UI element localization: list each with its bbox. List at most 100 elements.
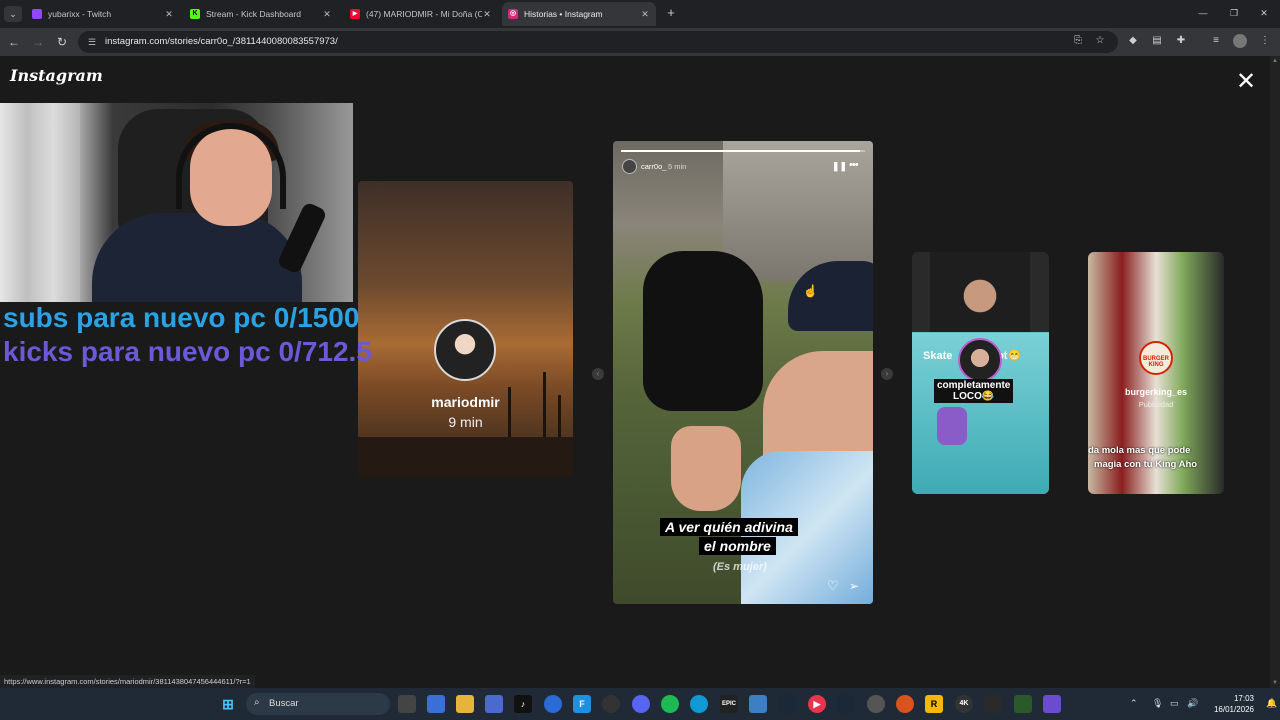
back-icon[interactable]: ← <box>6 34 22 50</box>
instagram-favicon-icon: ◎ <box>508 9 518 19</box>
tab-close-icon[interactable]: ✕ <box>482 9 492 20</box>
tab-youtube[interactable]: ▶ (47) MARIODMIR - Mi Doña (O ✕ <box>344 2 498 26</box>
restore-icon[interactable]: ❐ <box>1227 6 1241 20</box>
new-tab-button[interactable]: + <box>664 6 678 20</box>
logo-line: KING <box>1148 362 1164 368</box>
taskbar-clock[interactable]: 17:03 16/01/2026 <box>1206 693 1254 715</box>
app-4k-icon[interactable]: 4K <box>955 695 973 713</box>
tab-kick[interactable]: K Stream - Kick Dashboard ✕ <box>184 2 338 26</box>
site-info-icon[interactable]: ☰ <box>86 36 98 48</box>
rockstar-icon[interactable]: R <box>925 695 943 713</box>
photos-icon[interactable] <box>749 695 767 713</box>
story-main-viewer[interactable]: carr0o_ 5 min ❚❚ ••• A ver quién adivina… <box>613 141 873 604</box>
story-username[interactable]: carr0o_ <box>641 162 666 171</box>
scroll-down-icon[interactable]: ▼ <box>1272 680 1278 686</box>
avatar <box>434 319 496 381</box>
extensions-puzzle-icon[interactable]: ✚ <box>1174 34 1188 48</box>
profile-avatar[interactable] <box>1233 34 1247 48</box>
story-preview-mariodmir[interactable]: mariodmir 9 min <box>358 181 573 477</box>
story-subtitle: da mola mas que pode <box>1088 445 1191 456</box>
more-options-icon[interactable]: ••• <box>849 159 863 171</box>
bookmark-star-icon[interactable]: ☆ <box>1093 34 1107 48</box>
tab-twitch[interactable]: yubarixx - Twitch ✕ <box>26 2 180 26</box>
media-controls-icon[interactable]: ≡ <box>1209 34 1223 48</box>
burger-king-logo: BURGER KING <box>1139 341 1173 375</box>
windows-taskbar: ⊞ ⌕ Buscar ♪ F EPIC ▶ R 4K ⌃ 🎙 ▭ 🔊 17:03… <box>0 688 1280 720</box>
task-view-icon[interactable] <box>398 695 416 713</box>
story-subtitle: magia con tu King Aho <box>1094 459 1198 470</box>
close-icon[interactable]: ✕ <box>1234 70 1258 94</box>
install-app-icon[interactable]: ⎘ <box>1071 34 1085 48</box>
discord-icon[interactable] <box>632 695 650 713</box>
tab-title: Stream - Kick Dashboard <box>206 9 301 19</box>
chrome-icon[interactable] <box>544 695 562 713</box>
tab-close-icon[interactable]: ✕ <box>164 9 174 20</box>
steam-icon[interactable] <box>778 695 796 713</box>
story-caption-line1: A ver quién adivina <box>660 518 798 536</box>
browser-toolbar: ← → ↻ ☰ instagram.com/stories/carr0o_/38… <box>0 28 1280 56</box>
microphone-tray-icon[interactable]: 🎙 <box>1152 698 1163 709</box>
address-bar[interactable]: ☰ instagram.com/stories/carr0o_/38114400… <box>78 31 1118 53</box>
story-time: 5 min <box>668 162 687 171</box>
extension-diamond-icon[interactable]: ◆ <box>1126 34 1140 48</box>
app-green-icon[interactable] <box>1014 695 1032 713</box>
avatar <box>958 338 1002 382</box>
story-preview-right-1[interactable]: Skate hot😁 completamente LOCO😂 <box>912 252 1049 494</box>
instagram-logo[interactable]: Instagram <box>10 66 103 85</box>
copilot-icon[interactable] <box>427 695 445 713</box>
search-icon: ⌕ <box>254 697 260 708</box>
tab-close-icon[interactable]: ✕ <box>640 9 650 20</box>
app-f-icon[interactable]: F <box>573 695 591 713</box>
reload-icon[interactable]: ↻ <box>54 34 70 50</box>
kicks-goal-text: kicks para nuevo pc 0/712.5 <box>3 336 372 367</box>
volume-icon[interactable]: 🔊 <box>1187 698 1198 709</box>
tray-chevron-icon[interactable]: ⌃ <box>1130 698 1138 709</box>
file-explorer-icon[interactable] <box>456 695 474 713</box>
browser-menu-icon[interactable]: ⋮ <box>1258 34 1272 48</box>
tab-search-button[interactable]: ⌄ <box>4 6 22 22</box>
kick-favicon-icon: K <box>190 9 200 19</box>
next-story-icon[interactable]: › <box>881 368 893 380</box>
tab-title: (47) MARIODMIR - Mi Doña (O <box>366 9 482 19</box>
tab-strip: ⌄ yubarixx - Twitch ✕ K Stream - Kick Da… <box>0 0 1280 28</box>
tab-instagram[interactable]: ◎ Historias • Instagram ✕ <box>502 2 656 26</box>
taskbar-search[interactable]: ⌕ Buscar <box>246 693 390 715</box>
store-icon[interactable] <box>485 695 503 713</box>
gamepad-icon[interactable] <box>1043 695 1061 713</box>
forward-icon[interactable]: → <box>30 34 46 50</box>
story-label-line: LOCO😂 <box>953 391 995 402</box>
notifications-icon[interactable]: 🔔 <box>1266 698 1277 709</box>
story-preview-burgerking[interactable]: BURGER KING burgerking_es Publicidad da m… <box>1088 252 1224 494</box>
url-text[interactable]: instagram.com/stories/carr0o_/3811440080… <box>105 36 338 47</box>
obs-icon[interactable] <box>602 695 620 713</box>
scroll-up-icon[interactable]: ▲ <box>1272 58 1278 64</box>
avatar[interactable] <box>622 159 637 174</box>
status-bar-url: https://www.instagram.com/stories/mariod… <box>0 675 255 688</box>
app-red-icon[interactable] <box>984 695 1002 713</box>
previous-story-icon[interactable]: ‹ <box>592 368 604 380</box>
subs-goal-text: subs para nuevo pc 0/1500 <box>3 302 360 333</box>
media-player-icon[interactable]: ▶ <box>808 695 826 713</box>
story-caption-line2: el nombre <box>699 537 776 555</box>
page-scrollbar[interactable]: ▲ ▼ <box>1270 56 1280 688</box>
share-send-icon[interactable]: ➢ <box>849 579 863 593</box>
story-dog <box>643 251 763 411</box>
logo-text: BURGER KING <box>1141 356 1171 368</box>
pause-icon[interactable]: ❚❚ <box>832 161 847 171</box>
spotify-icon[interactable] <box>661 695 679 713</box>
edge-icon[interactable] <box>690 695 708 713</box>
extension-page-icon[interactable]: ▤ <box>1150 34 1164 48</box>
like-heart-icon[interactable]: ♡ <box>827 579 841 593</box>
tiktok-icon[interactable]: ♪ <box>514 695 532 713</box>
app-circle-icon[interactable] <box>867 695 885 713</box>
epic-games-icon[interactable]: EPIC <box>720 695 738 713</box>
network-icon[interactable]: ▭ <box>1170 698 1179 709</box>
webcam-person-body <box>92 213 302 302</box>
steam-icon-2[interactable] <box>837 695 855 713</box>
start-windows-icon[interactable]: ⊞ <box>219 695 237 713</box>
window-close-icon[interactable]: ✕ <box>1257 6 1271 20</box>
story-username: burgerking_es <box>1124 387 1188 397</box>
minimize-icon[interactable]: — <box>1196 6 1210 20</box>
tab-close-icon[interactable]: ✕ <box>322 9 332 20</box>
app-orange-icon[interactable] <box>896 695 914 713</box>
